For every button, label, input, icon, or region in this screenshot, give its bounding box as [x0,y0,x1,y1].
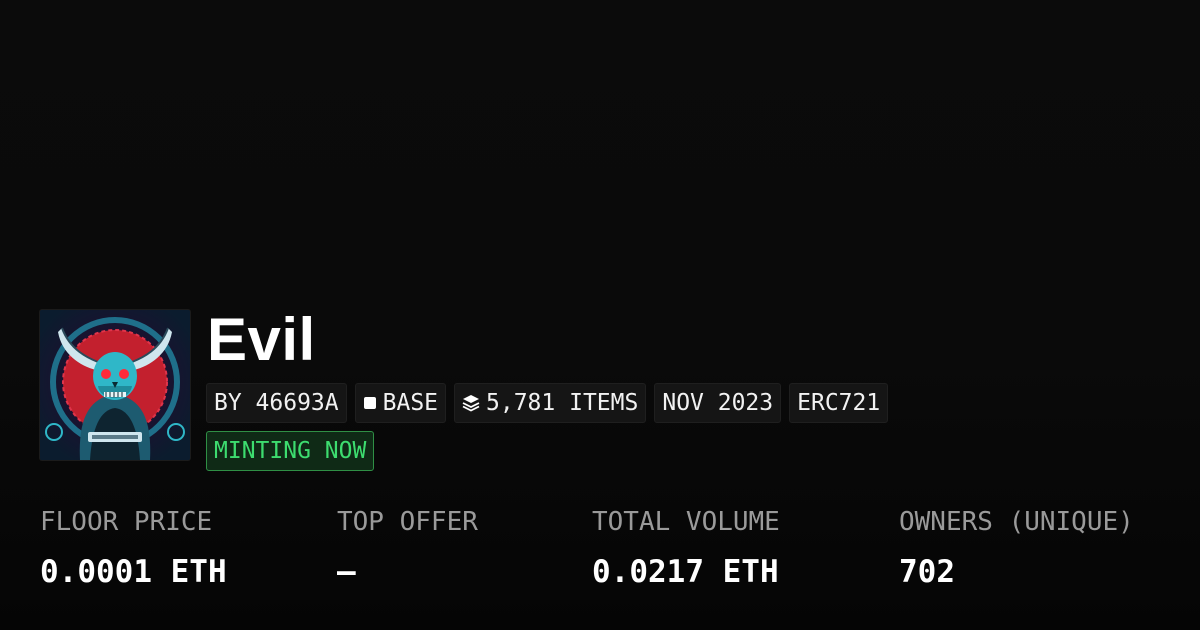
creator-pill[interactable]: BY 46693A [206,383,347,423]
created-date-pill: NOV 2023 [654,383,782,423]
stat-floor-price: FLOOR PRICE 0.0001 ETH [40,504,227,590]
collection-thumbnail [40,310,190,460]
chain-label: BASE [382,390,439,416]
items-pill[interactable]: 5,781 ITEMS [454,383,647,423]
stat-value: 0.0001 ETH [40,554,227,590]
layers-icon [462,394,480,412]
stat-label: TOP OFFER [337,507,478,537]
token-standard-label: ERC721 [797,390,881,416]
stat-value: 702 [899,554,955,590]
stat-label: FLOOR PRICE [40,507,213,537]
stat-top-offer: TOP OFFER — [337,504,478,590]
minting-status-label: MINTING NOW [214,438,367,464]
token-standard-pill: ERC721 [789,383,889,423]
minting-status-badge[interactable]: MINTING NOW [206,431,375,471]
creator-label: BY 46693A [214,390,339,416]
created-date-label: NOV 2023 [662,390,774,416]
collection-meta-pills: BY 46693A BASE 5,781 ITEMS NOV 2023 ERC7… [206,383,889,423]
chain-pill[interactable]: BASE [354,383,447,423]
stat-owners-unique: OWNERS (UNIQUE) 702 [899,504,1134,590]
stat-label: TOTAL VOLUME [592,507,780,537]
items-count-label: 5,781 ITEMS [486,390,639,416]
evil-skull-artwork [40,310,190,460]
stat-value: — [337,554,356,590]
stat-label: OWNERS (UNIQUE) [899,507,1134,537]
square-chain-icon [363,396,377,410]
collection-title: Evil [207,306,316,373]
stat-value: 0.0217 ETH [592,554,779,590]
stat-total-volume: TOTAL VOLUME 0.0217 ETH [592,504,780,590]
